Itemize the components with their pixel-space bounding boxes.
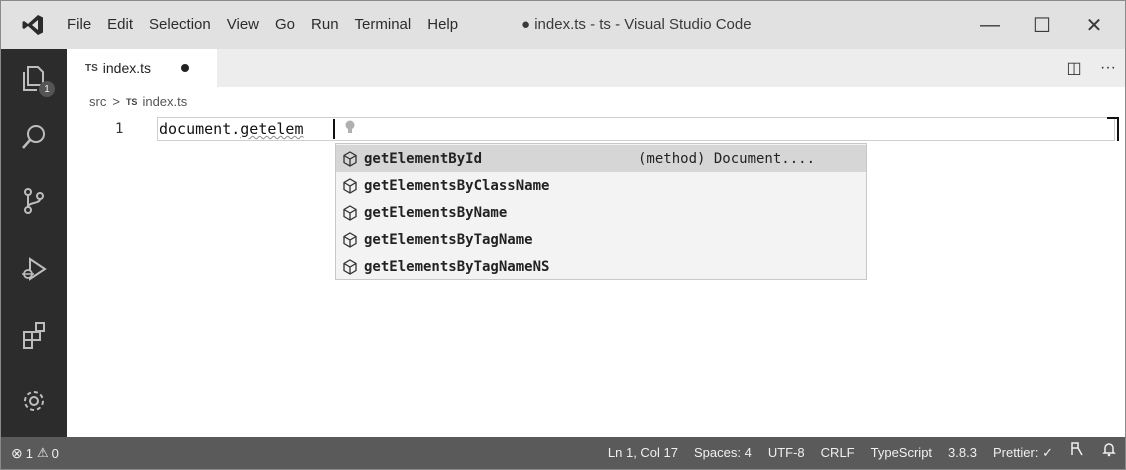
vscode-logo-icon: [19, 11, 47, 39]
method-cube-icon: [342, 231, 358, 248]
maximize-button[interactable]: ☐: [1017, 1, 1067, 49]
tab-index-ts[interactable]: TS index.ts: [67, 49, 217, 87]
menu-selection[interactable]: Selection: [141, 1, 219, 49]
tab-actions: ◫ ···: [1057, 49, 1125, 87]
explorer-icon[interactable]: 1: [1, 49, 67, 109]
code-text: document.: [159, 120, 241, 138]
tab-label: index.ts: [102, 60, 152, 76]
code-line[interactable]: document.getelem: [159, 120, 304, 138]
tab-bar: TS index.ts ◫ ···: [67, 49, 1125, 87]
feedback-icon[interactable]: [1061, 437, 1093, 469]
suggestion-label-text: getElementsByName: [364, 204, 508, 221]
text-cursor: [333, 119, 335, 139]
suggestion-label-text: getElementsByTagName: [364, 231, 533, 248]
split-editor-icon[interactable]: ◫: [1057, 49, 1091, 87]
end-of-line[interactable]: CRLF: [813, 437, 863, 469]
breadcrumb: src > TS index.ts: [89, 94, 187, 109]
chevron-right-icon: >: [112, 94, 120, 109]
unsaved-dot-icon[interactable]: [181, 64, 190, 72]
code-typed-text: getelem: [240, 120, 304, 138]
error-count: 1: [25, 445, 33, 461]
suggestion-item[interactable]: getElementById (method) Document....: [336, 145, 866, 172]
suggestion-item[interactable]: getElementsByName: [336, 199, 866, 226]
menu-file[interactable]: File: [59, 1, 99, 49]
activity-bar: 1: [1, 49, 67, 437]
close-button[interactable]: ✕: [1069, 1, 1119, 49]
cursor-position[interactable]: Ln 1, Col 17: [600, 437, 686, 469]
method-cube-icon: [342, 258, 358, 275]
encoding[interactable]: UTF-8: [760, 437, 813, 469]
explorer-badge: 1: [39, 81, 55, 97]
menu-edit[interactable]: Edit: [99, 1, 141, 49]
typescript-version[interactable]: 3.8.3: [940, 437, 985, 469]
suggestion-label-text: getElementsByTagNameNS: [364, 258, 550, 275]
breadcrumb-folder[interactable]: src: [89, 94, 106, 109]
typescript-file-icon: TS: [125, 96, 138, 107]
menu-run[interactable]: Run: [303, 1, 347, 49]
source-control-icon[interactable]: [1, 171, 67, 231]
menu-go[interactable]: Go: [267, 1, 303, 49]
language-mode[interactable]: TypeScript: [863, 437, 940, 469]
menu-bar: File Edit Selection View Go Run Terminal…: [59, 1, 466, 49]
indentation[interactable]: Spaces: 4: [686, 437, 760, 469]
status-problems[interactable]: ⊗ 1 ⚠ 0: [11, 437, 59, 469]
suggestion-detail: (method) Document....: [638, 150, 816, 167]
vscode-window: File Edit Selection View Go Run Terminal…: [0, 0, 1126, 470]
suggestion-label: getElementsByTagNameNS: [364, 259, 549, 275]
suggest-widget: getElementById (method) Document.... get…: [335, 143, 867, 280]
suggestion-label: getElementById: [364, 151, 482, 167]
lightbulb-icon[interactable]: [343, 119, 357, 137]
suggestion-label-text: getElementsByClassName: [364, 177, 550, 194]
suggestion-item[interactable]: getElementsByTagNameNS: [336, 253, 866, 280]
menu-help[interactable]: Help: [419, 1, 466, 49]
method-cube-icon: [342, 177, 358, 194]
window-title: ● index.ts - ts - Visual Studio Code: [521, 16, 752, 33]
prettier-status[interactable]: Prettier: ✓: [985, 437, 1061, 469]
suggestion-label-text: getElementById: [364, 150, 483, 167]
suggestion-label: getElementsByClassName: [364, 178, 549, 194]
menu-view[interactable]: View: [219, 1, 267, 49]
method-cube-icon: [342, 150, 358, 167]
overview-ruler-cursor: [1117, 117, 1119, 141]
suggestion-label: getElementsByTagName: [364, 232, 533, 248]
run-debug-icon[interactable]: [1, 239, 67, 299]
breadcrumb-file[interactable]: index.ts: [142, 94, 187, 109]
line-number: 1: [115, 121, 124, 137]
settings-gear-icon[interactable]: [1, 371, 67, 431]
notifications-bell-icon[interactable]: [1093, 437, 1125, 469]
menu-terminal[interactable]: Terminal: [347, 1, 420, 49]
more-actions-icon[interactable]: ···: [1091, 49, 1125, 87]
status-bar: ⊗ 1 ⚠ 0 Ln 1, Col 17 Spaces: 4 UTF-8 CRL…: [1, 437, 1125, 469]
error-icon: ⊗: [11, 444, 23, 461]
method-cube-icon: [342, 204, 358, 221]
suggestion-item[interactable]: getElementsByTagName: [336, 226, 866, 253]
warning-count: 0: [51, 445, 59, 461]
typescript-file-icon: TS: [85, 62, 98, 74]
status-right-items: Ln 1, Col 17 Spaces: 4 UTF-8 CRLF TypeSc…: [600, 437, 1125, 469]
search-icon[interactable]: [1, 107, 67, 167]
title-bar: File Edit Selection View Go Run Terminal…: [1, 1, 1125, 49]
extensions-icon[interactable]: [1, 305, 67, 365]
minimize-button[interactable]: —: [965, 1, 1015, 49]
suggestion-item[interactable]: getElementsByClassName: [336, 172, 866, 199]
suggestion-label: getElementsByName: [364, 205, 507, 221]
warning-icon: ⚠: [36, 445, 49, 460]
